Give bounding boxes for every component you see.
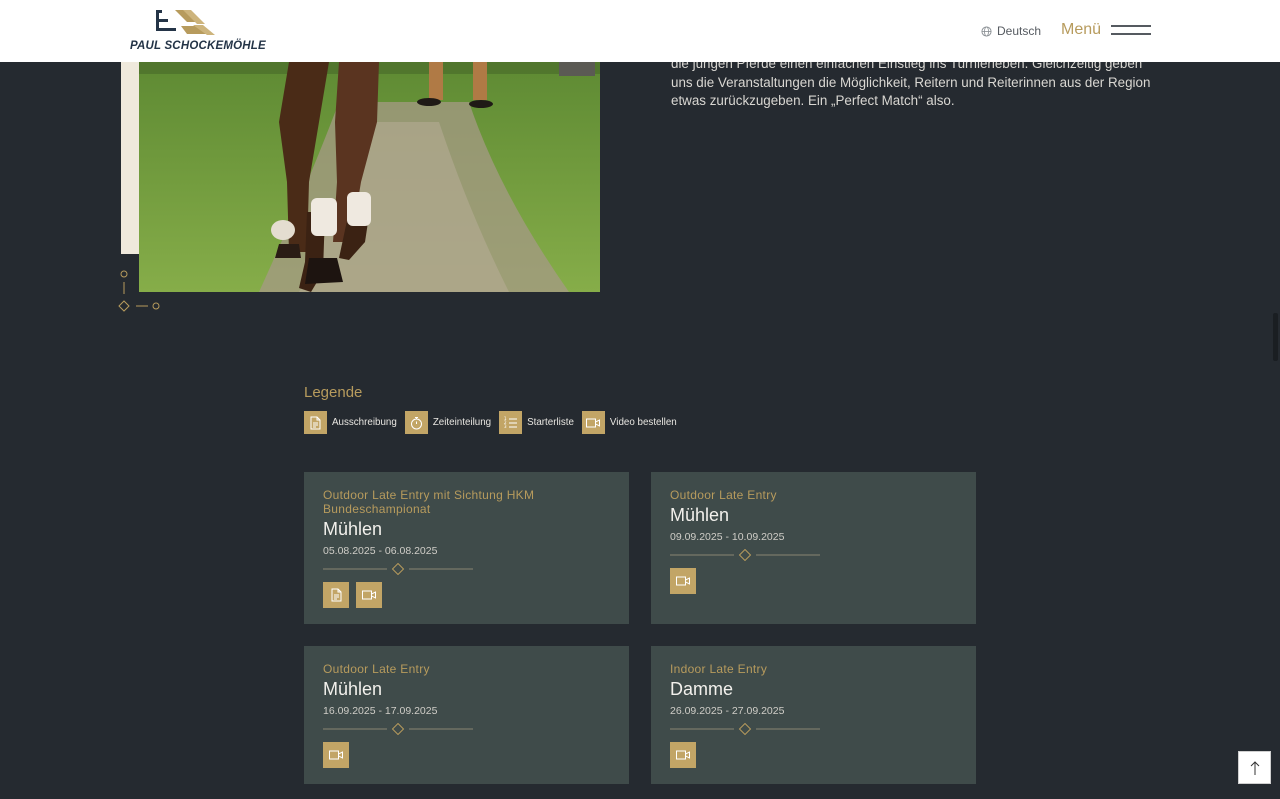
legend-item-starterliste: 123 Starterliste — [499, 411, 574, 434]
logo-mark-icon — [156, 10, 215, 35]
video-icon[interactable] — [670, 742, 696, 768]
list-icon: 123 — [499, 411, 523, 434]
event-category: Outdoor Late Entry mit Sichtung HKM Bund… — [323, 488, 535, 516]
intro-line: etwas zurückzugeben. Ein „Perfect Match“… — [671, 93, 955, 108]
event-card[interactable]: Outdoor Late Entry mit Sichtung HKM Bund… — [304, 472, 629, 624]
video-icon[interactable] — [323, 742, 349, 768]
legend-item-video-bestellen: Video bestellen — [581, 411, 677, 434]
legend-label: Video bestellen — [609, 417, 677, 428]
legend-label: Ausschreibung — [332, 417, 397, 428]
svg-text:3: 3 — [504, 424, 507, 429]
hamburger-icon[interactable] — [1111, 25, 1151, 37]
legend: Ausschreibung Zeiteinteilung 123 Starter… — [304, 411, 685, 434]
logo-text: PAUL SCHOCKEMÖHLE — [130, 40, 266, 52]
scroll-to-top-button[interactable] — [1238, 751, 1271, 784]
video-icon[interactable] — [356, 582, 382, 608]
globe-icon — [981, 25, 992, 37]
event-dates: 26.09.2025 - 27.09.2025 — [670, 705, 785, 717]
stopwatch-icon — [404, 411, 428, 434]
event-dates: 09.09.2025 - 10.09.2025 — [670, 531, 785, 543]
slider-navigation[interactable] — [118, 268, 168, 314]
event-place: Damme — [670, 679, 734, 699]
card-divider — [670, 723, 820, 735]
legend-title: Legende — [304, 384, 363, 401]
legend-label: Zeiteinteilung — [432, 417, 492, 428]
card-divider — [323, 563, 473, 575]
language-switcher[interactable]: Deutsch — [981, 24, 1041, 38]
language-label: Deutsch — [997, 24, 1042, 38]
event-place: Mühlen — [323, 679, 383, 699]
event-card[interactable]: Indoor Late Entry Damme 26.09.2025 - 27.… — [651, 646, 976, 784]
arrow-up-icon — [1250, 760, 1259, 775]
event-dates: 05.08.2025 - 06.08.2025 — [323, 545, 438, 557]
video-icon[interactable] — [670, 568, 696, 594]
event-card[interactable]: Outdoor Late Entry Mühlen 16.09.2025 - 1… — [304, 646, 629, 784]
menu-button[interactable]: Menü — [1061, 21, 1101, 39]
hero-image — [139, 62, 600, 292]
intro-line: uns die Veranstaltungen die Möglichkeit,… — [671, 74, 1151, 90]
event-dates: 16.09.2025 - 17.09.2025 — [323, 705, 438, 717]
document-icon[interactable] — [323, 582, 349, 608]
event-category: Outdoor Late Entry — [323, 662, 430, 676]
site-header: PAUL SCHOCKEMÖHLE Deutsch Menü — [0, 0, 1280, 62]
intro-text: die jungen Pferde einen einfachen Einsti… — [671, 55, 1151, 111]
document-icon — [304, 411, 327, 434]
image-frame — [121, 62, 139, 254]
legend-label: Starterliste — [527, 417, 574, 428]
card-divider — [323, 723, 473, 735]
card-divider — [670, 549, 820, 561]
event-category: Indoor Late Entry — [670, 662, 768, 676]
scrollbar-thumb[interactable] — [1273, 313, 1278, 361]
event-card[interactable]: Outdoor Late Entry Mühlen 09.09.2025 - 1… — [651, 472, 976, 624]
slider-dot-up-icon — [120, 270, 128, 278]
event-place: Mühlen — [323, 519, 383, 539]
video-icon — [581, 411, 605, 434]
logo[interactable]: PAUL SCHOCKEMÖHLE — [129, 8, 266, 54]
legend-item-zeiteinteilung: Zeiteinteilung — [404, 411, 492, 434]
event-place: Mühlen — [670, 505, 730, 525]
event-category: Outdoor Late Entry — [670, 488, 777, 502]
slider-dot-right-icon — [152, 302, 160, 310]
slider-current-diamond-icon — [118, 300, 130, 312]
legend-item-ausschreibung: Ausschreibung — [304, 411, 397, 434]
